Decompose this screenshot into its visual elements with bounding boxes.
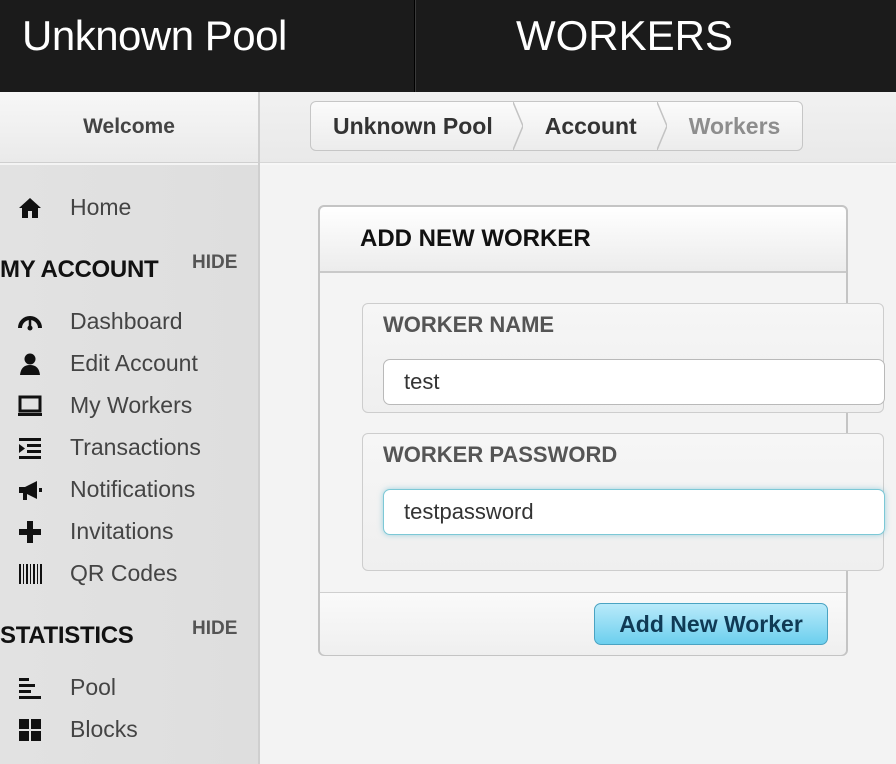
sidebar: Welcome Home MY ACCOUNT HIDE Dashboard E… — [0, 92, 260, 764]
brand-area: Unknown Pool — [0, 0, 415, 92]
worker-name-group: WORKER NAME test — [362, 303, 885, 413]
section-statistics: STATISTICS HIDE — [0, 618, 258, 654]
brand-logo-text[interactable]: Unknown Pool — [22, 12, 287, 60]
sidebar-item-transactions[interactable]: Transactions — [0, 426, 258, 468]
section-title: STATISTICS — [0, 622, 134, 649]
barcode-icon — [16, 562, 44, 586]
grid-icon — [16, 718, 44, 742]
worker-password-group: WORKER PASSWORD testpassword — [362, 433, 885, 571]
plus-icon — [16, 520, 44, 544]
sidebar-item-invitations[interactable]: Invitations — [0, 510, 258, 552]
chevron-right-icon — [656, 102, 667, 150]
dashboard-gauge-icon — [16, 310, 44, 334]
breadcrumb-bar: Unknown Pool Account Workers — [260, 92, 896, 163]
chevron-right-icon — [512, 102, 523, 150]
breadcrumb-item-workers: Workers — [688, 113, 781, 139]
laptop-icon — [16, 394, 44, 418]
sidebar-item-home[interactable]: Home — [0, 186, 258, 228]
bar-chart-icon — [16, 676, 44, 700]
user-icon — [16, 352, 44, 376]
sidebar-item-pool[interactable]: Pool — [0, 666, 258, 708]
sidebar-item-label: Blocks — [70, 716, 138, 742]
breadcrumb: Unknown Pool Account Workers — [310, 101, 804, 151]
worker-name-label: WORKER NAME — [383, 312, 555, 337]
worker-name-input[interactable]: test — [383, 359, 885, 405]
sidebar-item-qr-codes[interactable]: QR Codes — [0, 552, 258, 594]
sidebar-item-edit-account[interactable]: Edit Account — [0, 342, 258, 384]
worker-password-input[interactable]: testpassword — [383, 489, 885, 535]
sidebar-item-blocks[interactable]: Blocks — [0, 708, 258, 750]
sidebar-item-notifications[interactable]: Notifications — [0, 468, 258, 510]
section-title: MY ACCOUNT — [0, 256, 159, 283]
sidebar-welcome: Welcome — [0, 92, 258, 163]
panel-header: ADD NEW WORKER — [320, 207, 846, 273]
add-new-worker-button[interactable]: Add New Worker — [594, 603, 828, 645]
add-worker-panel: ADD NEW WORKER WORKER NAME test WORKER P… — [318, 205, 885, 656]
transactions-list-icon — [16, 436, 44, 460]
breadcrumb-item-pool[interactable]: Unknown Pool — [311, 102, 513, 150]
home-icon — [16, 196, 44, 220]
sidebar-item-label: QR Codes — [70, 560, 178, 586]
panel-footer: Add New Worker — [320, 592, 846, 655]
section-my-account: MY ACCOUNT HIDE — [0, 252, 258, 288]
sidebar-item-label: Pool — [70, 674, 117, 700]
sidebar-item-dashboard[interactable]: Dashboard — [0, 300, 258, 342]
hide-statistics-toggle[interactable]: HIDE — [192, 618, 237, 640]
top-header: Unknown Pool WORKERS — [0, 0, 896, 92]
sidebar-item-label: Invitations — [70, 518, 174, 544]
sidebar-item-label: My Workers — [70, 392, 193, 418]
page-title: WORKERS — [516, 12, 734, 59]
sidebar-item-label: Edit Account — [70, 350, 198, 376]
sidebar-item-label: Transactions — [70, 434, 201, 460]
sidebar-item-my-workers[interactable]: My Workers — [0, 384, 258, 426]
sidebar-item-label: Notifications — [70, 476, 196, 502]
hide-my-account-toggle[interactable]: HIDE — [192, 252, 237, 274]
breadcrumb-item-account[interactable]: Account — [523, 102, 657, 150]
sidebar-item-label: Dashboard — [70, 308, 183, 334]
worker-password-label: WORKER PASSWORD — [383, 442, 618, 467]
sidebar-item-label: Home — [70, 194, 132, 220]
panel-title: ADD NEW WORKER — [360, 225, 591, 252]
megaphone-icon — [16, 478, 44, 502]
